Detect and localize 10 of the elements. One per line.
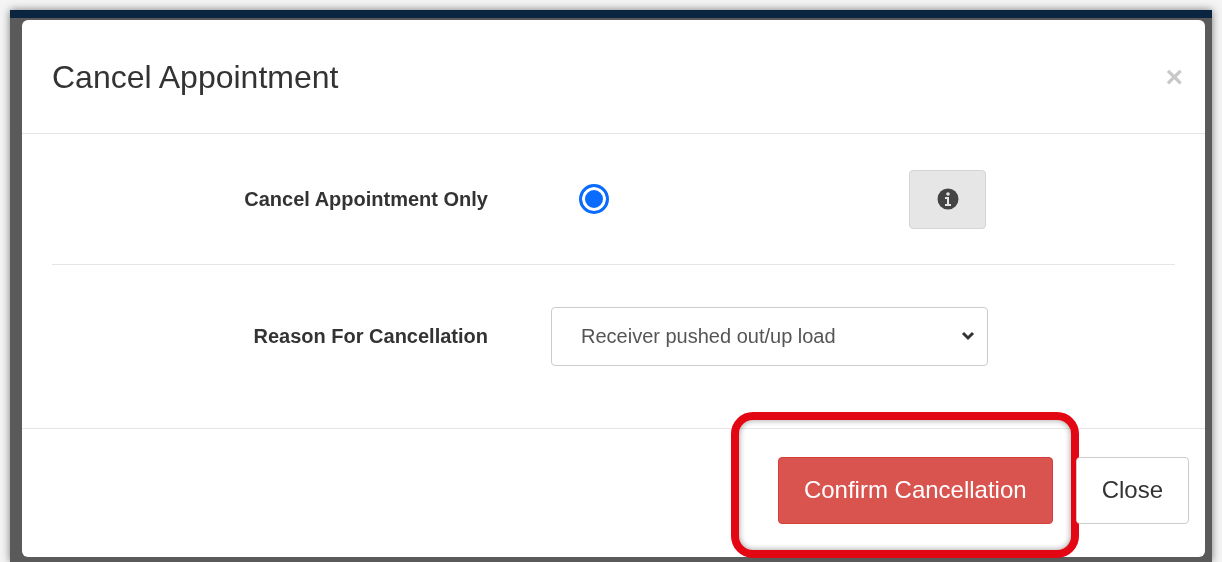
dialog-title: Cancel Appointment [52, 57, 339, 97]
chevron-down-icon [961, 331, 975, 341]
info-button[interactable] [909, 169, 986, 229]
close-button[interactable]: Close [1075, 456, 1189, 524]
reason-dropdown[interactable]: Receiver pushed out/up load [551, 306, 988, 366]
info-icon [936, 188, 959, 210]
radio-button[interactable] [579, 184, 609, 214]
field-label: Reason For Cancellation [252, 324, 488, 349]
field-label: Cancel Appointment Only [243, 187, 488, 212]
confirm-button[interactable]: Confirm Cancellation [777, 456, 1053, 524]
